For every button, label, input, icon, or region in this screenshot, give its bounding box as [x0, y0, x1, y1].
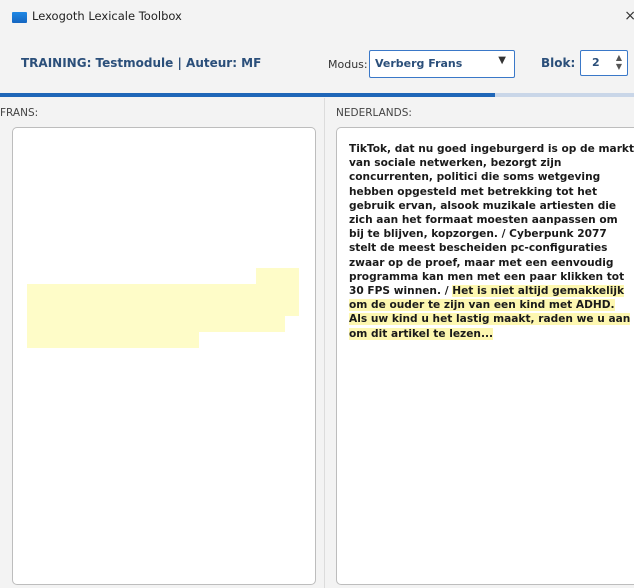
blok-stepper[interactable]: 2 ▲ ▼ — [580, 50, 628, 76]
chevron-down-icon[interactable]: ▼ — [498, 55, 506, 66]
pane-divider[interactable] — [324, 98, 325, 588]
blok-value: 2 — [592, 56, 600, 69]
hidden-text-block — [256, 268, 299, 284]
nederlands-text-plain: TikTok, dat nu goed ingeburgerd is op de… — [349, 143, 634, 298]
hidden-text-block — [27, 316, 285, 332]
frans-label: FRANS: — [0, 107, 39, 119]
window-title: Lexogoth Lexicale Toolbox — [32, 9, 182, 23]
title-bar: Lexogoth Lexicale Toolbox × — [0, 0, 634, 36]
close-icon[interactable]: × — [624, 8, 634, 24]
nederlands-text: TikTok, dat nu goed ingeburgerd is op de… — [349, 142, 634, 341]
modus-label: Modus: — [328, 58, 368, 71]
nederlands-label: NEDERLANDS: — [336, 107, 412, 119]
frans-textbox[interactable] — [12, 127, 316, 585]
hidden-text-block — [27, 284, 299, 300]
modus-selected-value: Verberg Frans — [375, 57, 463, 70]
blok-label: Blok: — [541, 56, 576, 70]
progress-fill — [0, 93, 495, 97]
hidden-text-block — [27, 332, 199, 348]
stepper-arrows-icon[interactable]: ▲ ▼ — [614, 53, 624, 71]
modus-dropdown[interactable]: Verberg Frans ▼ — [369, 50, 515, 78]
header-bar: TRAINING: Testmodule | Auteur: MF Modus:… — [0, 36, 634, 92]
progress-bar — [0, 93, 634, 97]
training-info: TRAINING: Testmodule | Auteur: MF — [21, 56, 262, 70]
app-icon — [12, 12, 27, 23]
hidden-text-block — [27, 300, 299, 316]
nederlands-textbox[interactable]: TikTok, dat nu goed ingeburgerd is op de… — [336, 127, 634, 585]
